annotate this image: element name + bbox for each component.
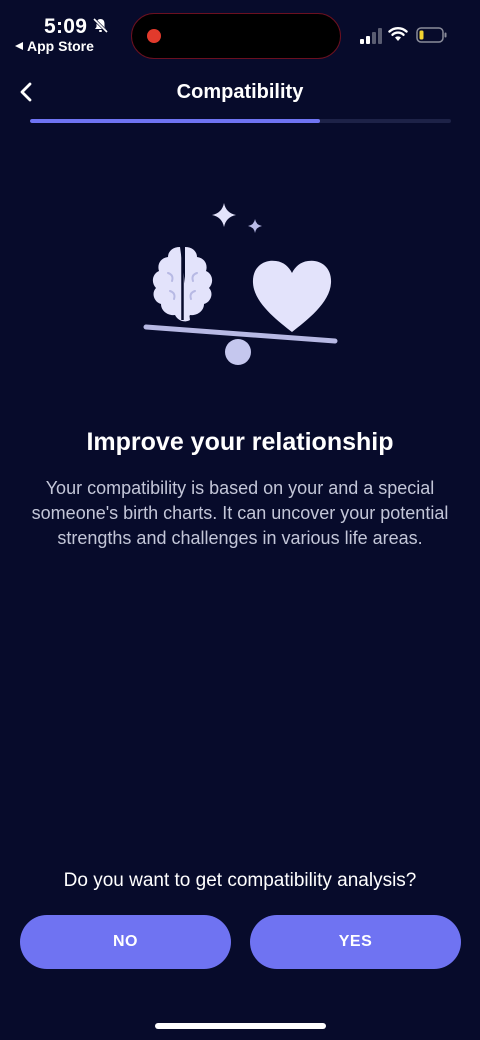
wifi-icon — [388, 26, 408, 42]
back-to-app-store[interactable]: App Store — [15, 38, 94, 54]
sparkle-small-icon — [248, 219, 262, 233]
signal-icon — [360, 28, 382, 44]
description: Your compatibility is based on your and … — [31, 478, 449, 548]
sparkle-icon — [212, 203, 236, 227]
status-bar: 5:09 App Store — [0, 0, 480, 70]
home-indicator[interactable] — [155, 1023, 326, 1029]
illustration — [130, 195, 350, 375]
battery-icon — [416, 27, 448, 43]
progress-fill — [30, 119, 321, 123]
back-to-app-label: App Store — [27, 38, 94, 54]
recording-indicator-icon — [147, 29, 161, 43]
back-triangle-icon — [15, 42, 23, 50]
heart-icon — [252, 260, 332, 332]
dynamic-island — [131, 13, 341, 59]
status-time: 5:09 — [44, 15, 88, 38]
page-title: Compatibility — [176, 81, 304, 103]
question-text: Do you want to get compatibility analysi… — [63, 870, 417, 891]
yes-button[interactable]: YES — [250, 915, 461, 969]
bell-off-icon — [92, 17, 109, 34]
balance-scale-icon — [143, 324, 338, 365]
brain-icon — [152, 247, 213, 322]
progress-bar — [30, 119, 451, 123]
headline: Improve your relationship — [86, 428, 394, 456]
nav-bar: Compatibility — [0, 70, 480, 115]
no-button[interactable]: NO — [20, 915, 231, 969]
